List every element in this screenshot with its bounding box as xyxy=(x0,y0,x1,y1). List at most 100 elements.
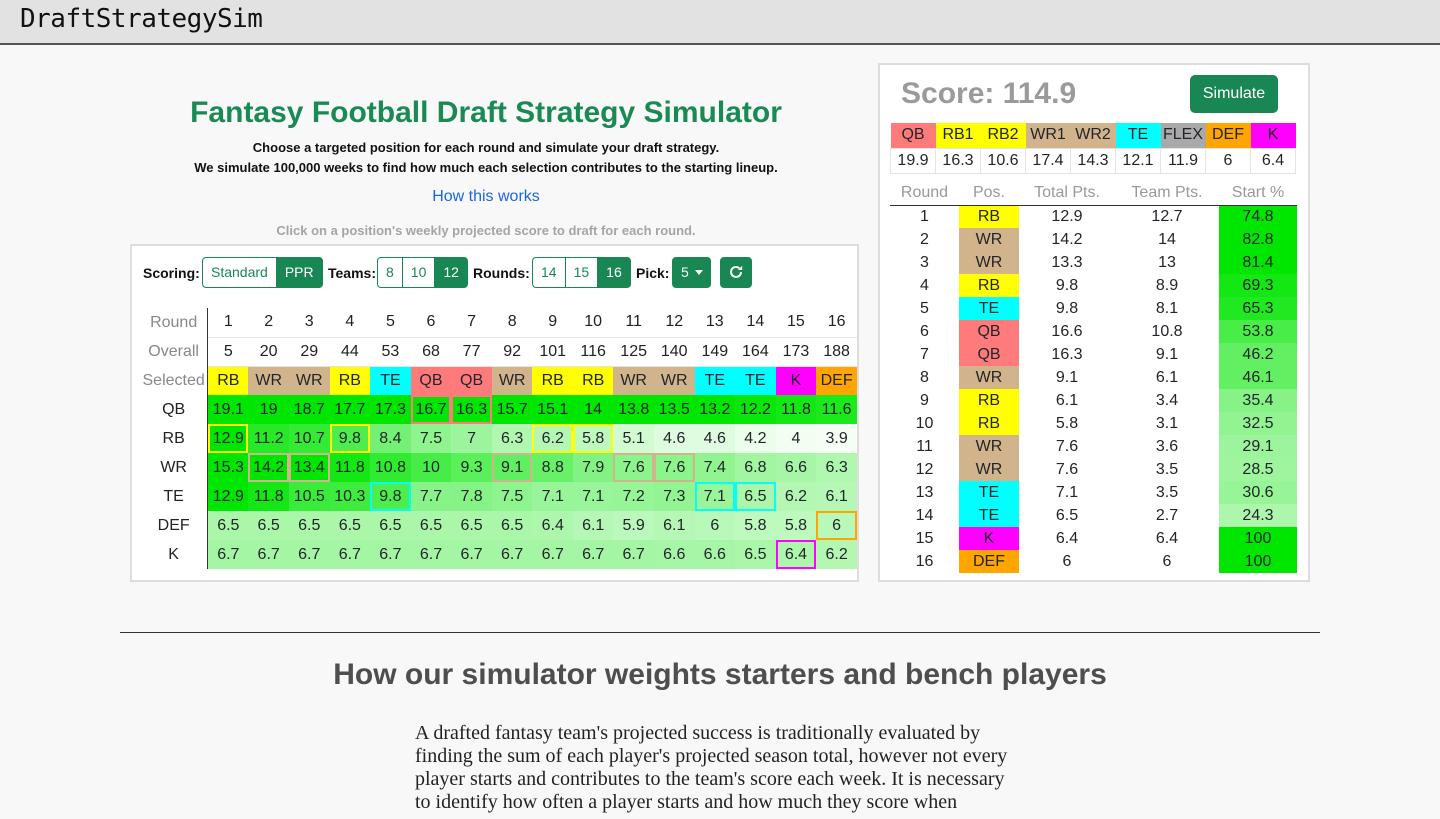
teams-12-button[interactable]: 12 xyxy=(434,257,468,288)
projected-score-cell[interactable]: 6.6 xyxy=(694,540,736,569)
projected-score-cell[interactable]: 14 xyxy=(573,395,614,424)
projected-score-cell[interactable]: 15.3 xyxy=(207,453,249,482)
projected-score-cell[interactable]: 9.8 xyxy=(329,424,371,453)
teams-10-button[interactable]: 10 xyxy=(401,257,436,288)
projected-score-cell[interactable]: 15.7 xyxy=(491,395,533,424)
how-this-works-link[interactable]: How this works xyxy=(130,188,842,206)
projected-score-cell[interactable]: 6.5 xyxy=(329,511,371,540)
projected-score-cell[interactable]: 7.1 xyxy=(532,482,574,511)
projected-score-cell[interactable]: 4.6 xyxy=(694,424,736,453)
projected-score-cell[interactable]: 6.3 xyxy=(491,424,533,453)
projected-score-cell[interactable]: 9.1 xyxy=(491,453,533,482)
projected-score-cell[interactable]: 5.1 xyxy=(613,424,654,453)
projected-score-cell[interactable]: 6.5 xyxy=(491,511,533,540)
rounds-14-button[interactable]: 14 xyxy=(532,257,566,288)
projected-score-cell[interactable]: 4 xyxy=(775,424,817,453)
projected-score-cell[interactable]: 6.7 xyxy=(613,540,654,569)
projected-score-cell[interactable]: 6.5 xyxy=(451,511,492,540)
projected-score-cell[interactable]: 5.9 xyxy=(613,511,654,540)
projected-score-cell[interactable]: 6.5 xyxy=(735,540,776,569)
scoring-standard-button[interactable]: Standard xyxy=(202,257,277,288)
projected-score-cell[interactable]: 3.9 xyxy=(816,424,857,453)
projected-score-cell[interactable]: 7.3 xyxy=(653,482,695,511)
projected-score-cell[interactable]: 8.4 xyxy=(370,424,411,453)
projected-score-cell[interactable]: 12.2 xyxy=(735,395,776,424)
projected-score-cell[interactable]: 6.5 xyxy=(207,511,249,540)
projected-score-cell[interactable]: 7 xyxy=(451,424,492,453)
projected-score-cell[interactable]: 11.6 xyxy=(816,395,857,424)
projected-score-cell[interactable]: 6.7 xyxy=(410,540,452,569)
projected-score-cell[interactable]: 10 xyxy=(410,453,452,482)
projected-score-cell[interactable]: 6.5 xyxy=(370,511,411,540)
projected-score-cell[interactable]: 6.7 xyxy=(207,540,249,569)
projected-score-cell[interactable]: 16.7 xyxy=(410,395,452,424)
projected-score-cell[interactable]: 6.5 xyxy=(248,511,289,540)
projected-score-cell[interactable]: 6.7 xyxy=(288,540,330,569)
projected-score-cell[interactable]: 17.3 xyxy=(370,395,411,424)
projected-score-cell[interactable]: 17.7 xyxy=(329,395,371,424)
projected-score-cell[interactable]: 5.8 xyxy=(573,424,614,453)
projected-score-cell[interactable]: 9.3 xyxy=(451,453,492,482)
projected-score-cell[interactable]: 8.8 xyxy=(532,453,574,482)
projected-score-cell[interactable]: 7.1 xyxy=(573,482,614,511)
projected-score-cell[interactable]: 6.7 xyxy=(248,540,289,569)
projected-score-cell[interactable]: 11.8 xyxy=(329,453,371,482)
projected-score-cell[interactable]: 6 xyxy=(694,511,736,540)
projected-score-cell[interactable]: 16.3 xyxy=(451,395,492,424)
projected-score-cell[interactable]: 6.3 xyxy=(816,453,857,482)
projected-score-cell[interactable]: 15.1 xyxy=(532,395,574,424)
projected-score-cell[interactable]: 6.4 xyxy=(775,540,817,569)
projected-score-cell[interactable]: 6.1 xyxy=(653,511,695,540)
projected-score-cell[interactable]: 7.6 xyxy=(653,453,695,482)
pick-dropdown[interactable]: 5 xyxy=(672,257,711,288)
projected-score-cell[interactable]: 10.8 xyxy=(370,453,411,482)
rounds-16-button[interactable]: 16 xyxy=(597,257,631,288)
projected-score-cell[interactable]: 6.7 xyxy=(491,540,533,569)
projected-score-cell[interactable]: 6.6 xyxy=(775,453,817,482)
projected-score-cell[interactable]: 6.1 xyxy=(816,482,857,511)
projected-score-cell[interactable]: 5.8 xyxy=(775,511,817,540)
projected-score-cell[interactable]: 19.1 xyxy=(207,395,249,424)
projected-score-cell[interactable]: 7.5 xyxy=(491,482,533,511)
projected-score-cell[interactable]: 7.9 xyxy=(573,453,614,482)
scoring-ppr-button[interactable]: PPR xyxy=(275,257,323,288)
projected-score-cell[interactable]: 7.4 xyxy=(694,453,736,482)
projected-score-cell[interactable]: 6.4 xyxy=(532,511,574,540)
projected-score-cell[interactable]: 6.5 xyxy=(410,511,452,540)
teams-8-button[interactable]: 8 xyxy=(377,257,403,288)
brand-logo[interactable]: DraftStrategySim xyxy=(20,4,263,34)
projected-score-cell[interactable]: 6.7 xyxy=(451,540,492,569)
projected-score-cell[interactable]: 6.7 xyxy=(573,540,614,569)
projected-score-cell[interactable]: 7.8 xyxy=(451,482,492,511)
simulate-button[interactable]: Simulate xyxy=(1190,75,1278,113)
projected-score-cell[interactable]: 6.2 xyxy=(775,482,817,511)
projected-score-cell[interactable]: 6.2 xyxy=(816,540,857,569)
projected-score-cell[interactable]: 14.2 xyxy=(248,453,289,482)
projected-score-cell[interactable]: 9.8 xyxy=(370,482,411,511)
projected-score-cell[interactable]: 5.8 xyxy=(735,511,776,540)
projected-score-cell[interactable]: 10.3 xyxy=(329,482,371,511)
projected-score-cell[interactable]: 10.7 xyxy=(288,424,330,453)
refresh-button[interactable] xyxy=(720,257,752,288)
projected-score-cell[interactable]: 13.8 xyxy=(613,395,654,424)
projected-score-cell[interactable]: 13.5 xyxy=(653,395,695,424)
projected-score-cell[interactable]: 11.8 xyxy=(248,482,289,511)
projected-score-cell[interactable]: 6.5 xyxy=(288,511,330,540)
projected-score-cell[interactable]: 4.2 xyxy=(735,424,776,453)
projected-score-cell[interactable]: 6.2 xyxy=(532,424,574,453)
projected-score-cell[interactable]: 6.6 xyxy=(653,540,695,569)
projected-score-cell[interactable]: 4.6 xyxy=(653,424,695,453)
projected-score-cell[interactable]: 12.9 xyxy=(207,482,249,511)
projected-score-cell[interactable]: 7.1 xyxy=(694,482,736,511)
projected-score-cell[interactable]: 18.7 xyxy=(288,395,330,424)
projected-score-cell[interactable]: 6.5 xyxy=(735,482,776,511)
projected-score-cell[interactable]: 7.5 xyxy=(410,424,452,453)
projected-score-cell[interactable]: 6.1 xyxy=(573,511,614,540)
projected-score-cell[interactable]: 7.2 xyxy=(613,482,654,511)
projected-score-cell[interactable]: 7.7 xyxy=(410,482,452,511)
projected-score-cell[interactable]: 11.2 xyxy=(248,424,289,453)
projected-score-cell[interactable]: 6.7 xyxy=(532,540,574,569)
projected-score-cell[interactable]: 6.7 xyxy=(370,540,411,569)
projected-score-cell[interactable]: 13.4 xyxy=(288,453,330,482)
projected-score-cell[interactable]: 12.9 xyxy=(207,424,249,453)
